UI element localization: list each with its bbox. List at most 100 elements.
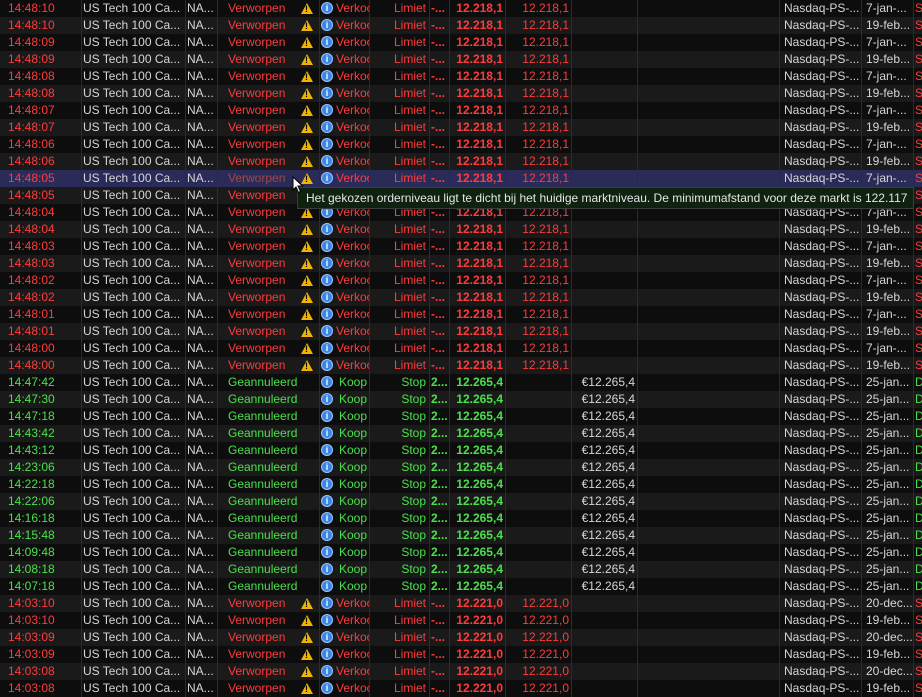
info-icon[interactable]: i	[321, 529, 333, 541]
info-icon[interactable]: i	[321, 563, 333, 575]
table-row[interactable]: 14:48:09 US Tech 100 Ca... NA... Verworpen V…	[0, 34, 922, 51]
info-icon[interactable]: i	[321, 682, 333, 694]
info-icon[interactable]: i	[321, 461, 333, 473]
info-icon[interactable]: i	[321, 172, 333, 184]
row-type: Stop	[370, 527, 430, 544]
info-icon[interactable]: i	[321, 631, 333, 643]
row-empty	[638, 595, 780, 612]
row-account: NA...	[186, 629, 218, 646]
table-row[interactable]: 14:48:08 US Tech 100 Ca... NA... Verworpen V…	[0, 68, 922, 85]
info-icon[interactable]: i	[321, 444, 333, 456]
info-icon[interactable]: i	[321, 376, 333, 388]
table-row[interactable]: 14:48:10 US Tech 100 Ca... NA... Verworpen V…	[0, 0, 922, 17]
table-row[interactable]: 14:48:02 US Tech 100 Ca... NA... Verworpen V…	[0, 272, 922, 289]
table-row[interactable]: 14:03:09 US Tech 100 Ca... NA... Verworpen V…	[0, 629, 922, 646]
row-value: €12.265,4	[572, 527, 638, 544]
row-type: Limiet	[370, 663, 430, 680]
row-side-text: Verkoop	[336, 137, 369, 151]
row-type-text: Limiet	[393, 69, 426, 83]
table-row[interactable]: 14:03:08 US Tech 100 Ca... NA... Verworpen V…	[0, 680, 922, 697]
table-row[interactable]: 14:48:00 US Tech 100 Ca... NA... Verworpen V…	[0, 340, 922, 357]
table-row[interactable]: 14:48:06 US Tech 100 Ca... NA... Verworpen V…	[0, 153, 922, 170]
row-account: NA...	[186, 34, 218, 51]
info-icon[interactable]: i	[321, 257, 333, 269]
warning-icon	[301, 122, 313, 133]
info-icon[interactable]: i	[321, 665, 333, 677]
info-icon[interactable]: i	[321, 393, 333, 405]
info-icon[interactable]: i	[321, 325, 333, 337]
info-icon[interactable]: i	[321, 121, 333, 133]
table-row[interactable]: 14:48:04 US Tech 100 Ca... NA... Verworpen V…	[0, 221, 922, 238]
info-icon[interactable]: i	[321, 138, 333, 150]
row-price-text: 12.218,1	[456, 35, 503, 49]
table-row[interactable]: 14:47:30 US Tech 100 Ca... NA... Geannuleer…	[0, 391, 922, 408]
info-icon[interactable]: i	[321, 546, 333, 558]
row-instrument-text: US Tech 100 Ca...	[83, 137, 181, 151]
row-duration-text: -...	[431, 647, 445, 661]
table-row[interactable]: 14:22:18 US Tech 100 Ca... NA... Geannuleer…	[0, 476, 922, 493]
table-row[interactable]: 14:48:08 US Tech 100 Ca... NA... Verworpen V…	[0, 85, 922, 102]
table-row[interactable]: 14:03:09 US Tech 100 Ca... NA... Verworpen V…	[0, 646, 922, 663]
table-row[interactable]: 14:43:12 US Tech 100 Ca... NA... Geannuleer…	[0, 442, 922, 459]
table-row[interactable]: 14:48:10 US Tech 100 Ca... NA... Verworpen V…	[0, 17, 922, 34]
row-market-text: Nasdaq-PS-...	[784, 426, 860, 440]
info-icon[interactable]: i	[321, 410, 333, 422]
info-icon[interactable]: i	[321, 53, 333, 65]
table-row[interactable]: 14:48:00 US Tech 100 Ca... NA... Verworpen V…	[0, 357, 922, 374]
info-icon[interactable]: i	[321, 495, 333, 507]
info-icon[interactable]: i	[321, 342, 333, 354]
info-icon[interactable]: i	[321, 478, 333, 490]
table-row[interactable]: 14:48:02 US Tech 100 Ca... NA... Verworpen V…	[0, 289, 922, 306]
row-duration: -...	[430, 646, 450, 663]
info-icon[interactable]: i	[321, 614, 333, 626]
row-instrument: US Tech 100 Ca...	[82, 85, 186, 102]
table-row[interactable]: 14:08:18 US Tech 100 Ca... NA... Geannuleer…	[0, 561, 922, 578]
table-row[interactable]: 14:48:05 US Tech 100 Ca... NA... Verworpen V…	[0, 170, 922, 187]
info-icon[interactable]: i	[321, 223, 333, 235]
row-empty	[638, 170, 780, 187]
table-row[interactable]: 14:03:10 US Tech 100 Ca... NA... Verworpen V…	[0, 612, 922, 629]
table-row[interactable]: 14:48:06 US Tech 100 Ca... NA... Verworpen V…	[0, 136, 922, 153]
info-icon[interactable]: i	[321, 87, 333, 99]
info-icon[interactable]: i	[321, 19, 333, 31]
table-row[interactable]: 14:48:09 US Tech 100 Ca... NA... Verworpen V…	[0, 51, 922, 68]
table-row[interactable]: 14:48:03 US Tech 100 Ca... NA... Verworpen V…	[0, 238, 922, 255]
info-icon[interactable]: i	[321, 36, 333, 48]
info-icon[interactable]: i	[321, 104, 333, 116]
table-row[interactable]: 14:03:10 US Tech 100 Ca... NA... Verworpen V…	[0, 595, 922, 612]
row-market: Nasdaq-PS-...	[780, 408, 862, 425]
table-row[interactable]: 14:48:01 US Tech 100 Ca... NA... Verworpen V…	[0, 323, 922, 340]
info-icon[interactable]: i	[321, 70, 333, 82]
table-row[interactable]: 14:23:06 US Tech 100 Ca... NA... Geannuleer…	[0, 459, 922, 476]
info-icon[interactable]: i	[321, 512, 333, 524]
row-type-text: Limiet	[393, 630, 426, 644]
info-icon[interactable]: i	[321, 359, 333, 371]
table-row[interactable]: 14:07:18 US Tech 100 Ca... NA... Geannuleer…	[0, 578, 922, 595]
table-row[interactable]: 14:48:07 US Tech 100 Ca... NA... Verworpen V…	[0, 102, 922, 119]
row-type: Stop	[370, 510, 430, 527]
info-icon[interactable]: i	[321, 648, 333, 660]
info-icon[interactable]: i	[321, 580, 333, 592]
row-type-text: Limiet	[393, 324, 426, 338]
table-row[interactable]: 14:47:18 US Tech 100 Ca... NA... Geannuleer…	[0, 408, 922, 425]
info-icon[interactable]: i	[321, 274, 333, 286]
table-row[interactable]: 14:15:48 US Tech 100 Ca... NA... Geannuleer…	[0, 527, 922, 544]
table-row[interactable]: 14:48:01 US Tech 100 Ca... NA... Verworpen V…	[0, 306, 922, 323]
info-icon[interactable]: i	[321, 597, 333, 609]
info-icon[interactable]: i	[321, 155, 333, 167]
table-row[interactable]: 14:48:07 US Tech 100 Ca... NA... Verworpen V…	[0, 119, 922, 136]
info-icon[interactable]: i	[321, 308, 333, 320]
table-row[interactable]: 14:47:42 US Tech 100 Ca... NA... Geannuleer…	[0, 374, 922, 391]
info-icon[interactable]: i	[321, 291, 333, 303]
table-row[interactable]: 14:48:03 US Tech 100 Ca... NA... Verworpen V…	[0, 255, 922, 272]
info-icon[interactable]: i	[321, 2, 333, 14]
table-row[interactable]: 14:22:06 US Tech 100 Ca... NA... Geannuleer…	[0, 493, 922, 510]
table-row[interactable]: 14:03:08 US Tech 100 Ca... NA... Verworpen V…	[0, 663, 922, 680]
table-row[interactable]: 14:16:18 US Tech 100 Ca... NA... Geannuleer…	[0, 510, 922, 527]
table-row[interactable]: 14:43:42 US Tech 100 Ca... NA... Geannuleer…	[0, 425, 922, 442]
row-account: NA...	[186, 561, 218, 578]
row-instrument-text: US Tech 100 Ca...	[83, 409, 181, 423]
info-icon[interactable]: i	[321, 240, 333, 252]
info-icon[interactable]: i	[321, 427, 333, 439]
table-row[interactable]: 14:09:48 US Tech 100 Ca... NA... Geannuleer…	[0, 544, 922, 561]
